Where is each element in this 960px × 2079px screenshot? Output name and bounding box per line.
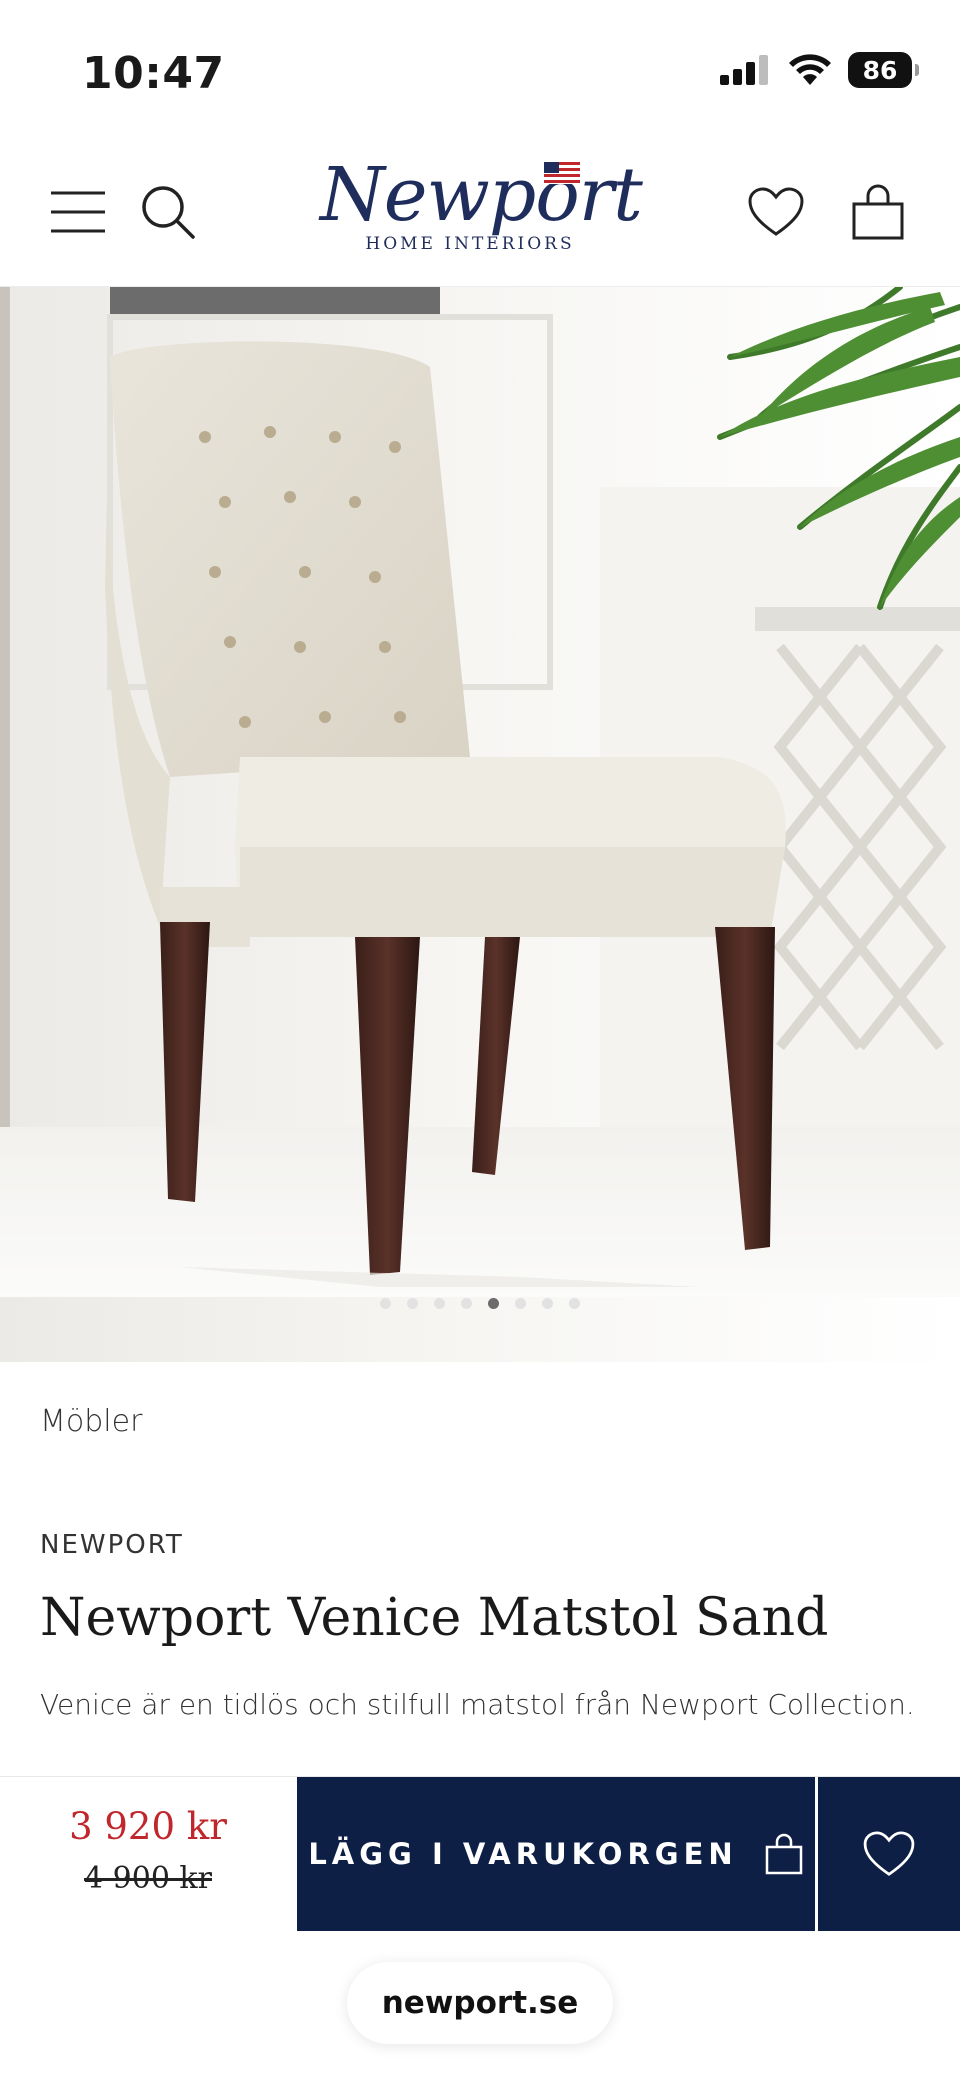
gallery-pagination: [0, 1298, 960, 1309]
page: 10:47 86 Newport HOME INTERIORS Möbler N…: [0, 0, 960, 2079]
battery-icon: 86: [848, 52, 919, 88]
menu-button[interactable]: [42, 176, 114, 248]
search-button[interactable]: [132, 176, 204, 248]
gallery-dot[interactable]: [542, 1298, 553, 1309]
product-title: Newport Venice Matstol Sand: [40, 1588, 829, 1648]
breadcrumb-category[interactable]: Möbler: [40, 1404, 142, 1439]
price-box: 3 920 kr 4 900 kr: [0, 1777, 296, 1931]
gallery-dot[interactable]: [434, 1298, 445, 1309]
product-description: Venice är en tidlös och stilfull matstol…: [40, 1688, 915, 1721]
add-to-cart-button[interactable]: LÄGG I VARUKORGEN: [297, 1777, 815, 1931]
buy-bar: 3 920 kr 4 900 kr LÄGG I VARUKORGEN: [0, 1776, 960, 1931]
search-icon: [142, 186, 195, 239]
product-image: [0, 287, 960, 1362]
add-to-cart-label: LÄGG I VARUKORGEN: [308, 1837, 738, 1871]
product-brand[interactable]: NEWPORT: [40, 1530, 184, 1560]
gallery-dot[interactable]: [461, 1298, 472, 1309]
sale-price: 3 920 kr: [69, 1805, 227, 1848]
wishlist-button[interactable]: [740, 176, 812, 248]
status-icons: 86: [720, 52, 919, 88]
cellular-signal-icon: [720, 55, 768, 85]
menu-icon: [51, 191, 105, 233]
original-price: 4 900 kr: [84, 1861, 212, 1896]
shopping-bag-icon: [852, 184, 904, 240]
browser-url-bar[interactable]: newport.se: [347, 1962, 613, 2044]
cart-button[interactable]: [842, 176, 914, 248]
add-to-wishlist-button[interactable]: [818, 1777, 960, 1931]
site-header: Newport HOME INTERIORS: [0, 140, 960, 287]
wifi-icon: [789, 54, 831, 85]
gallery-dot[interactable]: [407, 1298, 418, 1309]
product-image-gallery[interactable]: [0, 287, 960, 1362]
gallery-dot[interactable]: [569, 1298, 580, 1309]
shopping-bag-icon: [765, 1833, 802, 1875]
gallery-dot[interactable]: [380, 1298, 391, 1309]
heart-icon: [748, 187, 804, 236]
newport-logo[interactable]: Newport HOME INTERIORS: [320, 152, 643, 272]
status-bar: 10:47 86: [0, 0, 960, 140]
gallery-dot[interactable]: [515, 1298, 526, 1309]
gallery-dot-active[interactable]: [488, 1298, 499, 1309]
status-time: 10:47: [82, 48, 225, 99]
heart-icon: [863, 1831, 915, 1876]
us-flag-icon: [544, 162, 580, 184]
